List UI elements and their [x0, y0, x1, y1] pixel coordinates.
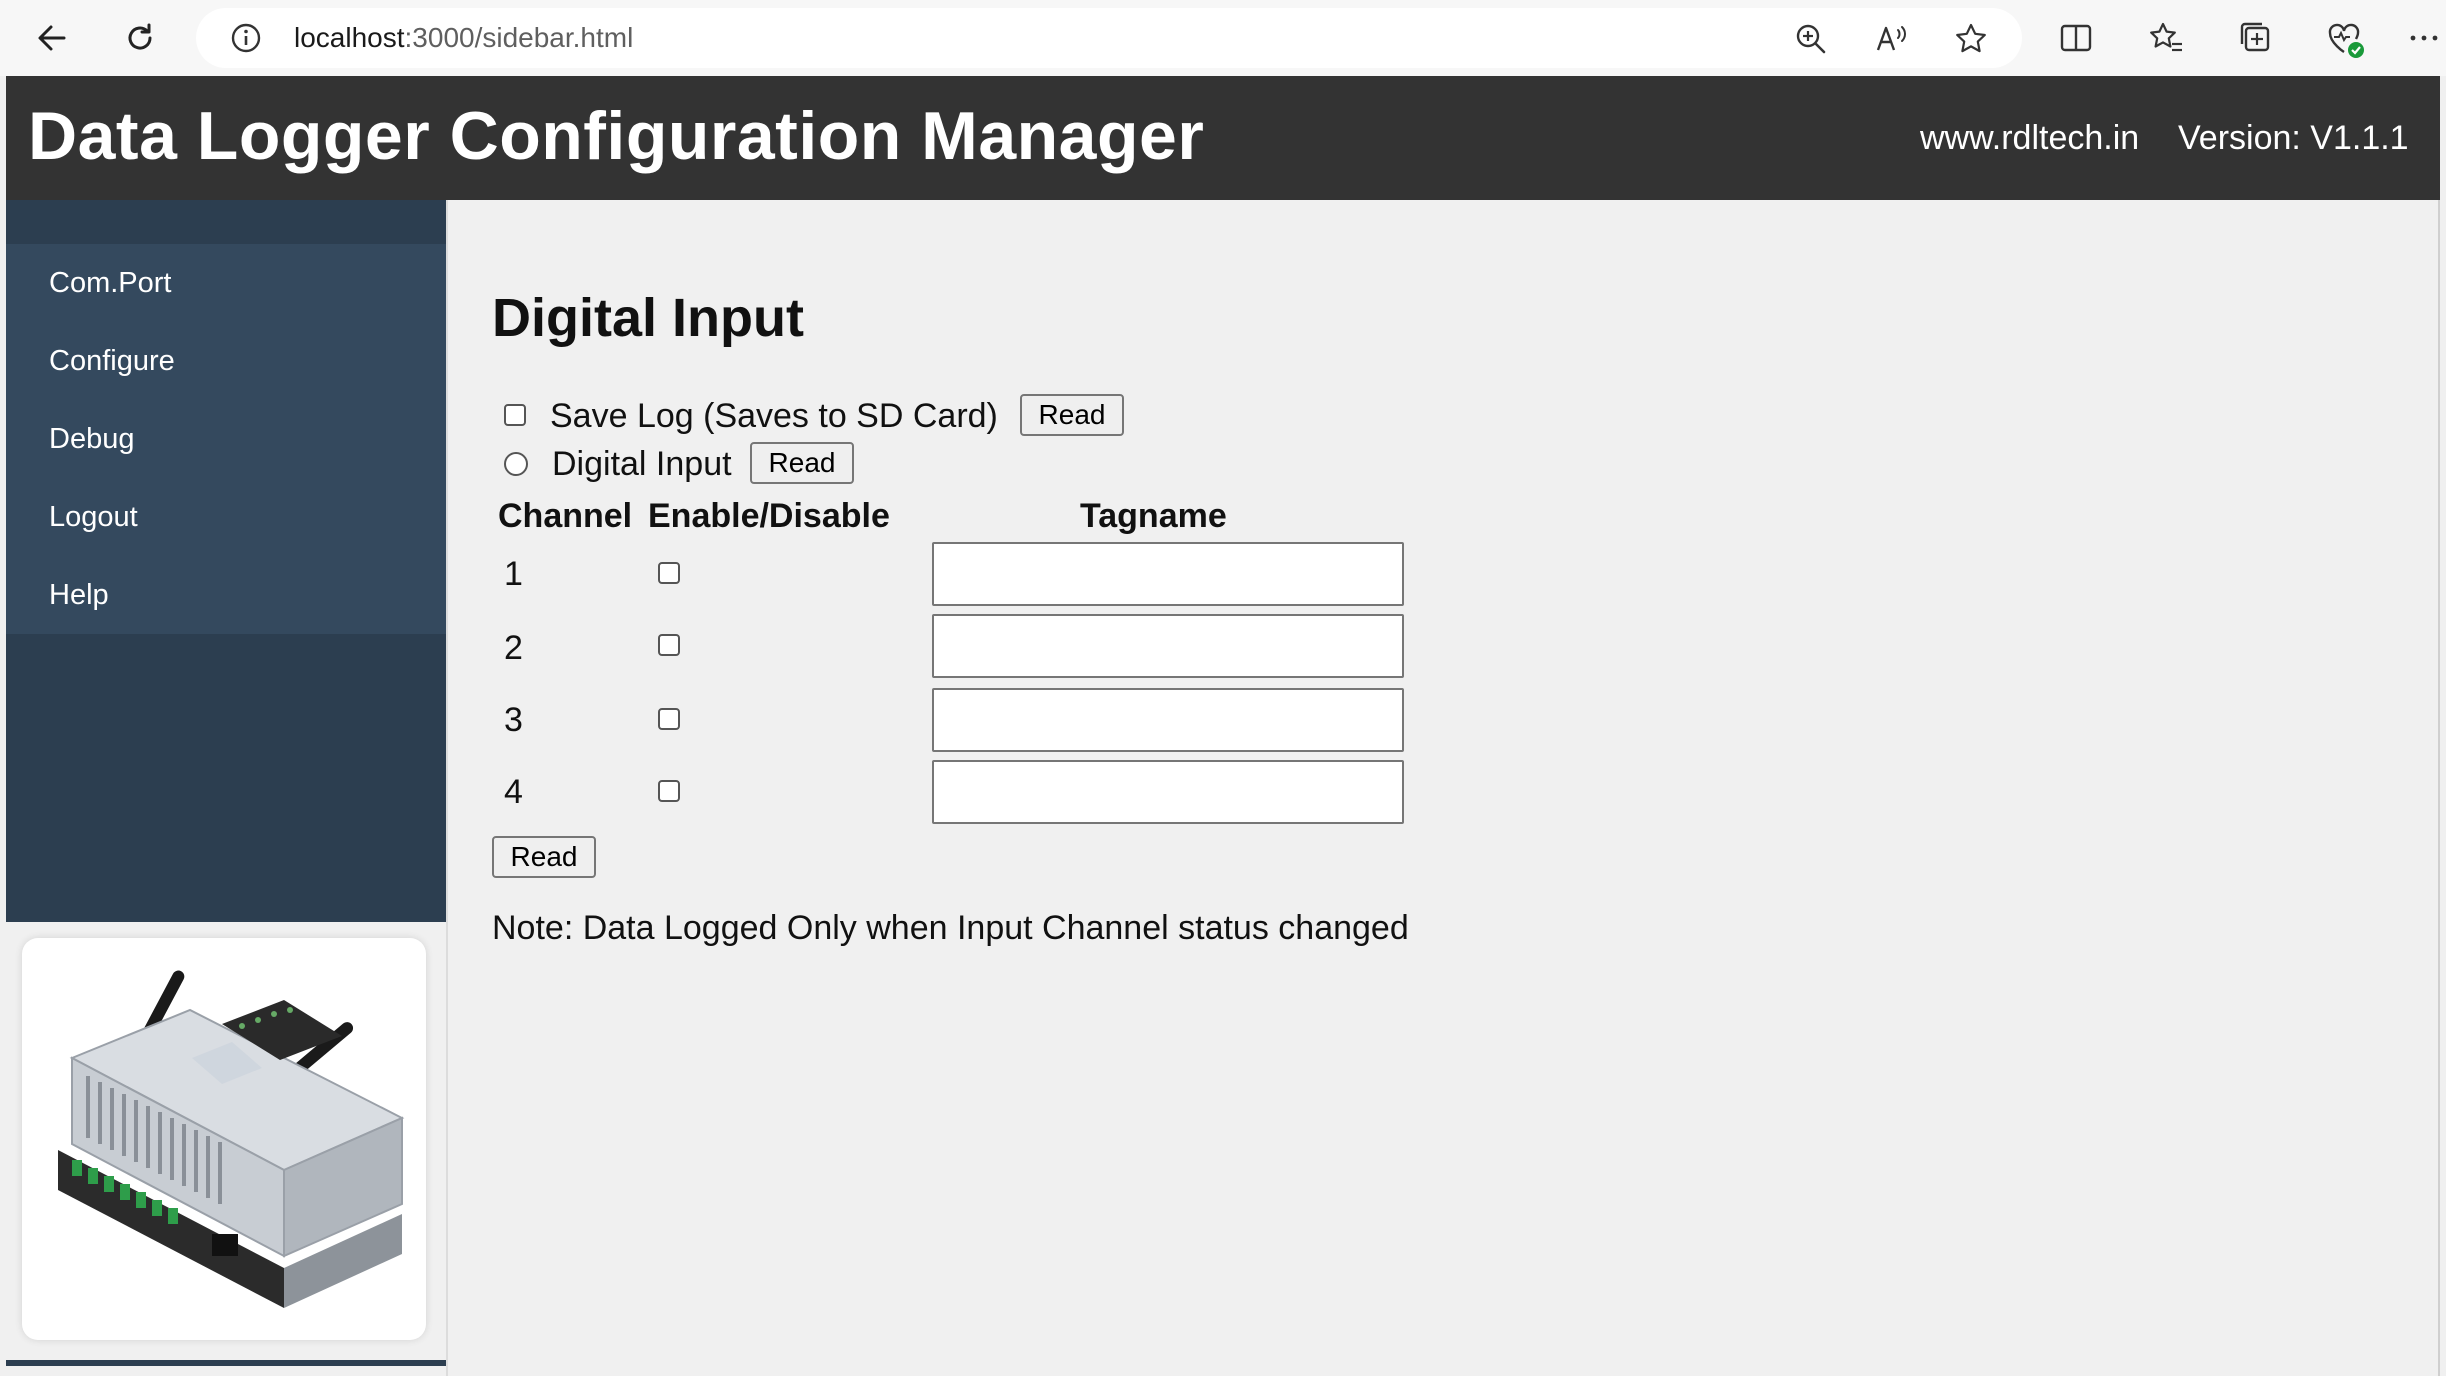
data-logger-device-image — [58, 970, 405, 1308]
website-link[interactable]: www.rdltech.in — [1920, 118, 2139, 158]
channel-number: 1 — [504, 555, 523, 593]
more-menu-icon[interactable] — [2406, 20, 2442, 56]
main-content: Digital Input Save Log (Saves to SD Card… — [448, 200, 2438, 1376]
address-bar[interactable]: localhost:3000/sidebar.html — [196, 8, 2022, 68]
refresh-icon[interactable] — [116, 14, 164, 62]
app-title: Data Logger Configuration Manager — [28, 98, 1205, 174]
sidebar-item-help[interactable]: Help — [6, 556, 446, 634]
channel-number: 2 — [504, 629, 523, 667]
column-header-channel: Channel — [498, 497, 633, 535]
channel-tagname-input[interactable] — [932, 760, 1404, 824]
app-header: Data Logger Configuration Manager www.rd… — [6, 76, 2440, 200]
note-text: Note: Data Logged Only when Input Channe… — [492, 909, 1409, 947]
page-title: Digital Input — [492, 288, 804, 348]
channel-enable-checkbox[interactable] — [658, 780, 680, 802]
channel-enable-checkbox[interactable] — [658, 634, 680, 656]
save-log-checkbox[interactable] — [504, 404, 526, 426]
save-log-label: Save Log (Saves to SD Card) — [550, 397, 998, 435]
channel-tagname-input[interactable] — [932, 542, 1404, 606]
zoom-icon[interactable] — [1794, 22, 1828, 56]
column-header-enable: Enable/Disable — [648, 497, 890, 535]
column-header-tagname: Tagname — [1080, 497, 1227, 535]
channel-tagname-input[interactable] — [932, 614, 1404, 678]
version-label: Version: V1.1.1 — [2178, 119, 2409, 157]
url-path: :3000/sidebar.html — [404, 22, 634, 53]
digital-input-read-button[interactable]: Read — [750, 442, 854, 484]
channel-number: 4 — [504, 773, 523, 811]
save-log-read-button[interactable]: Read — [1020, 394, 1124, 436]
favorite-star-icon[interactable] — [1954, 22, 1988, 56]
channel-number: 3 — [504, 701, 523, 739]
sidebar-menu: Com.Port Configure Debug Logout Help — [6, 200, 446, 922]
favorites-icon[interactable] — [2148, 20, 2184, 56]
read-aloud-icon[interactable] — [1874, 22, 1908, 56]
app-window: Data Logger Configuration Manager www.rd… — [6, 76, 2440, 1376]
collections-icon[interactable] — [2238, 20, 2274, 56]
channel-enable-checkbox[interactable] — [658, 562, 680, 584]
content-border — [2438, 200, 2440, 1376]
url-host: localhost — [294, 22, 405, 53]
digital-input-radio[interactable] — [504, 452, 528, 476]
device-image-card — [22, 938, 426, 1340]
url-text[interactable]: localhost:3000/sidebar.html — [294, 22, 633, 54]
sidebar-item-configure[interactable]: Configure — [6, 322, 446, 400]
browser-essentials-icon[interactable] — [2326, 20, 2364, 58]
channel-tagname-input[interactable] — [932, 688, 1404, 752]
split-screen-icon[interactable] — [2058, 20, 2094, 56]
sidebar-item-logout[interactable]: Logout — [6, 478, 446, 556]
back-arrow-icon[interactable] — [28, 14, 76, 62]
digital-input-label: Digital Input — [552, 445, 732, 483]
channel-enable-checkbox[interactable] — [658, 708, 680, 730]
browser-toolbar: localhost:3000/sidebar.html — [0, 0, 2446, 76]
sidebar-item-com-port[interactable]: Com.Port — [6, 244, 446, 322]
sidebar-bottom-bar — [6, 1360, 446, 1366]
sidebar: Com.Port Configure Debug Logout Help — [6, 200, 446, 1376]
sidebar-item-debug[interactable]: Debug — [6, 400, 446, 478]
info-icon[interactable] — [230, 22, 262, 54]
channels-read-button[interactable]: Read — [492, 836, 596, 878]
